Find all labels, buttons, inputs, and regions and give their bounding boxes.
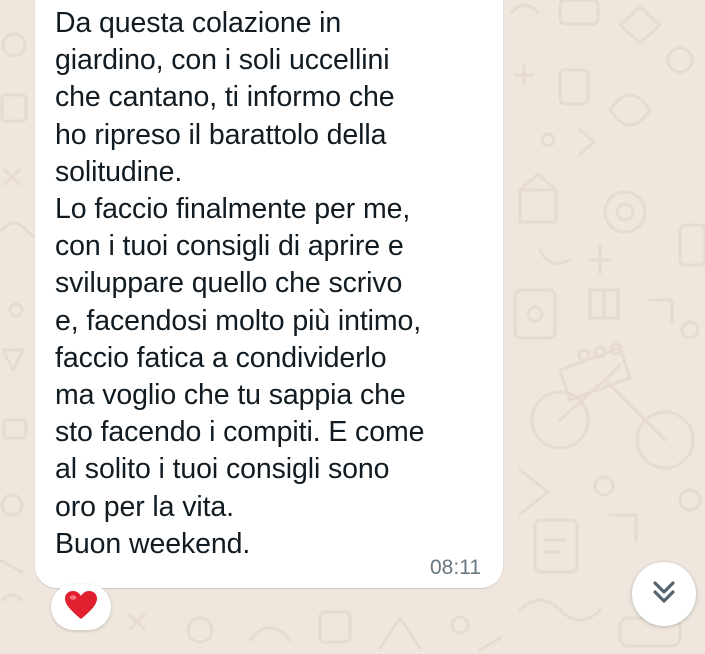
double-chevron-down-icon: [649, 577, 679, 612]
message-text: Da questa colazione in giardino, con i s…: [55, 7, 425, 560]
message-bubble[interactable]: Da questa colazione in giardino, con i s…: [35, 0, 503, 588]
scroll-to-bottom-button[interactable]: [632, 562, 696, 626]
reaction-badge[interactable]: [51, 584, 111, 630]
red-heart-icon: [64, 590, 98, 625]
message-timestamp: 08:11: [430, 556, 481, 579]
